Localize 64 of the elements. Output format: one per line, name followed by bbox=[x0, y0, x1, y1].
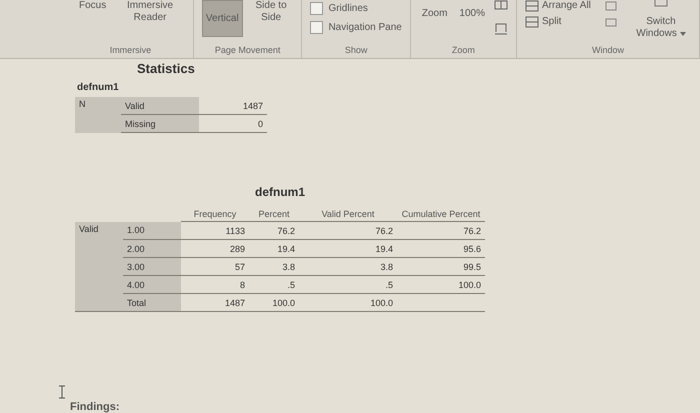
zoom-button[interactable]: Zoom bbox=[418, 8, 450, 20]
table-cell: 1133 bbox=[226, 226, 245, 236]
row-header: 4.00 bbox=[123, 276, 181, 294]
ribbon-button[interactable]: Focus bbox=[76, 0, 110, 12]
group-label: Window bbox=[590, 45, 625, 57]
page-width-icon[interactable] bbox=[494, 22, 508, 36]
column-header: Cumulative Percent bbox=[397, 207, 485, 222]
table-cell: 19.4 bbox=[375, 244, 393, 254]
table-title: Statistics bbox=[137, 61, 196, 76]
table-cell: 100.0 bbox=[458, 280, 481, 290]
group-label: Zoom bbox=[450, 45, 476, 57]
table-cell: 1487 bbox=[224, 298, 245, 308]
switch-windows-button[interactable]: Switch Windows bbox=[630, 16, 691, 40]
checkbox-label: Navigation Pane bbox=[328, 22, 402, 33]
side-by-side-icon[interactable] bbox=[604, 0, 617, 12]
row-header: Missing bbox=[121, 114, 199, 132]
row-header: Valid bbox=[121, 97, 199, 114]
caret-icon bbox=[680, 32, 686, 36]
group-label: Immersive bbox=[108, 45, 152, 57]
table-cell: 57 bbox=[234, 262, 245, 272]
reset-window-icon[interactable] bbox=[604, 16, 617, 28]
variable-label: defnum1 bbox=[77, 82, 120, 93]
table-cell: 19.4 bbox=[277, 244, 295, 254]
window-button[interactable]: Split bbox=[542, 16, 562, 28]
table-cell: 76.2 bbox=[463, 226, 481, 236]
table-cell: 100.0 bbox=[370, 298, 393, 308]
table-cell: 0 bbox=[199, 114, 267, 132]
table-cell: 76.2 bbox=[375, 226, 393, 236]
pages-icon[interactable] bbox=[494, 0, 508, 10]
ribbon-button[interactable]: Immersive Reader bbox=[115, 0, 185, 24]
column-header: Frequency bbox=[181, 207, 249, 222]
column-header: Percent bbox=[249, 207, 299, 222]
row-header: N bbox=[75, 97, 121, 132]
window-icon bbox=[524, 16, 539, 28]
column-header: Valid Percent bbox=[299, 207, 397, 222]
table-cell: 3.8 bbox=[380, 262, 393, 272]
text-cursor-icon bbox=[58, 385, 66, 399]
table-cell: 100.0 bbox=[272, 298, 295, 308]
row-header: 2.00 bbox=[123, 240, 181, 258]
window-icon bbox=[524, 0, 539, 12]
table-cell: 289 bbox=[230, 244, 245, 254]
checkbox[interactable] bbox=[310, 2, 324, 15]
zoom-button[interactable]: 100% bbox=[456, 8, 488, 20]
table-cell: 99.5 bbox=[463, 262, 481, 272]
row-header: 3.00 bbox=[123, 258, 181, 276]
group-label: Page Movement bbox=[214, 45, 282, 57]
table-cell: .5 bbox=[385, 280, 393, 290]
ribbon-button[interactable]: Vertical bbox=[202, 0, 243, 37]
ribbon-button[interactable]: Side to Side bbox=[248, 0, 294, 24]
table-cell: 95.6 bbox=[463, 244, 481, 254]
row-header: 1.00 bbox=[123, 222, 181, 240]
table-cell: 1487 bbox=[199, 97, 267, 114]
row-header: Total bbox=[123, 294, 181, 312]
table-cell: 76.2 bbox=[277, 226, 295, 236]
table-cell: 8 bbox=[240, 280, 245, 290]
window-button[interactable]: Arrange All bbox=[542, 0, 591, 12]
table-title: defnum1 bbox=[255, 185, 306, 199]
group-label: Show bbox=[344, 45, 368, 57]
checkbox-label: Gridlines bbox=[328, 3, 368, 14]
table-cell: 3.8 bbox=[282, 262, 295, 272]
checkbox[interactable] bbox=[310, 21, 324, 34]
table-cell: .5 bbox=[287, 280, 295, 290]
findings-heading: Findings: bbox=[70, 401, 120, 413]
row-header: Valid bbox=[75, 222, 123, 312]
